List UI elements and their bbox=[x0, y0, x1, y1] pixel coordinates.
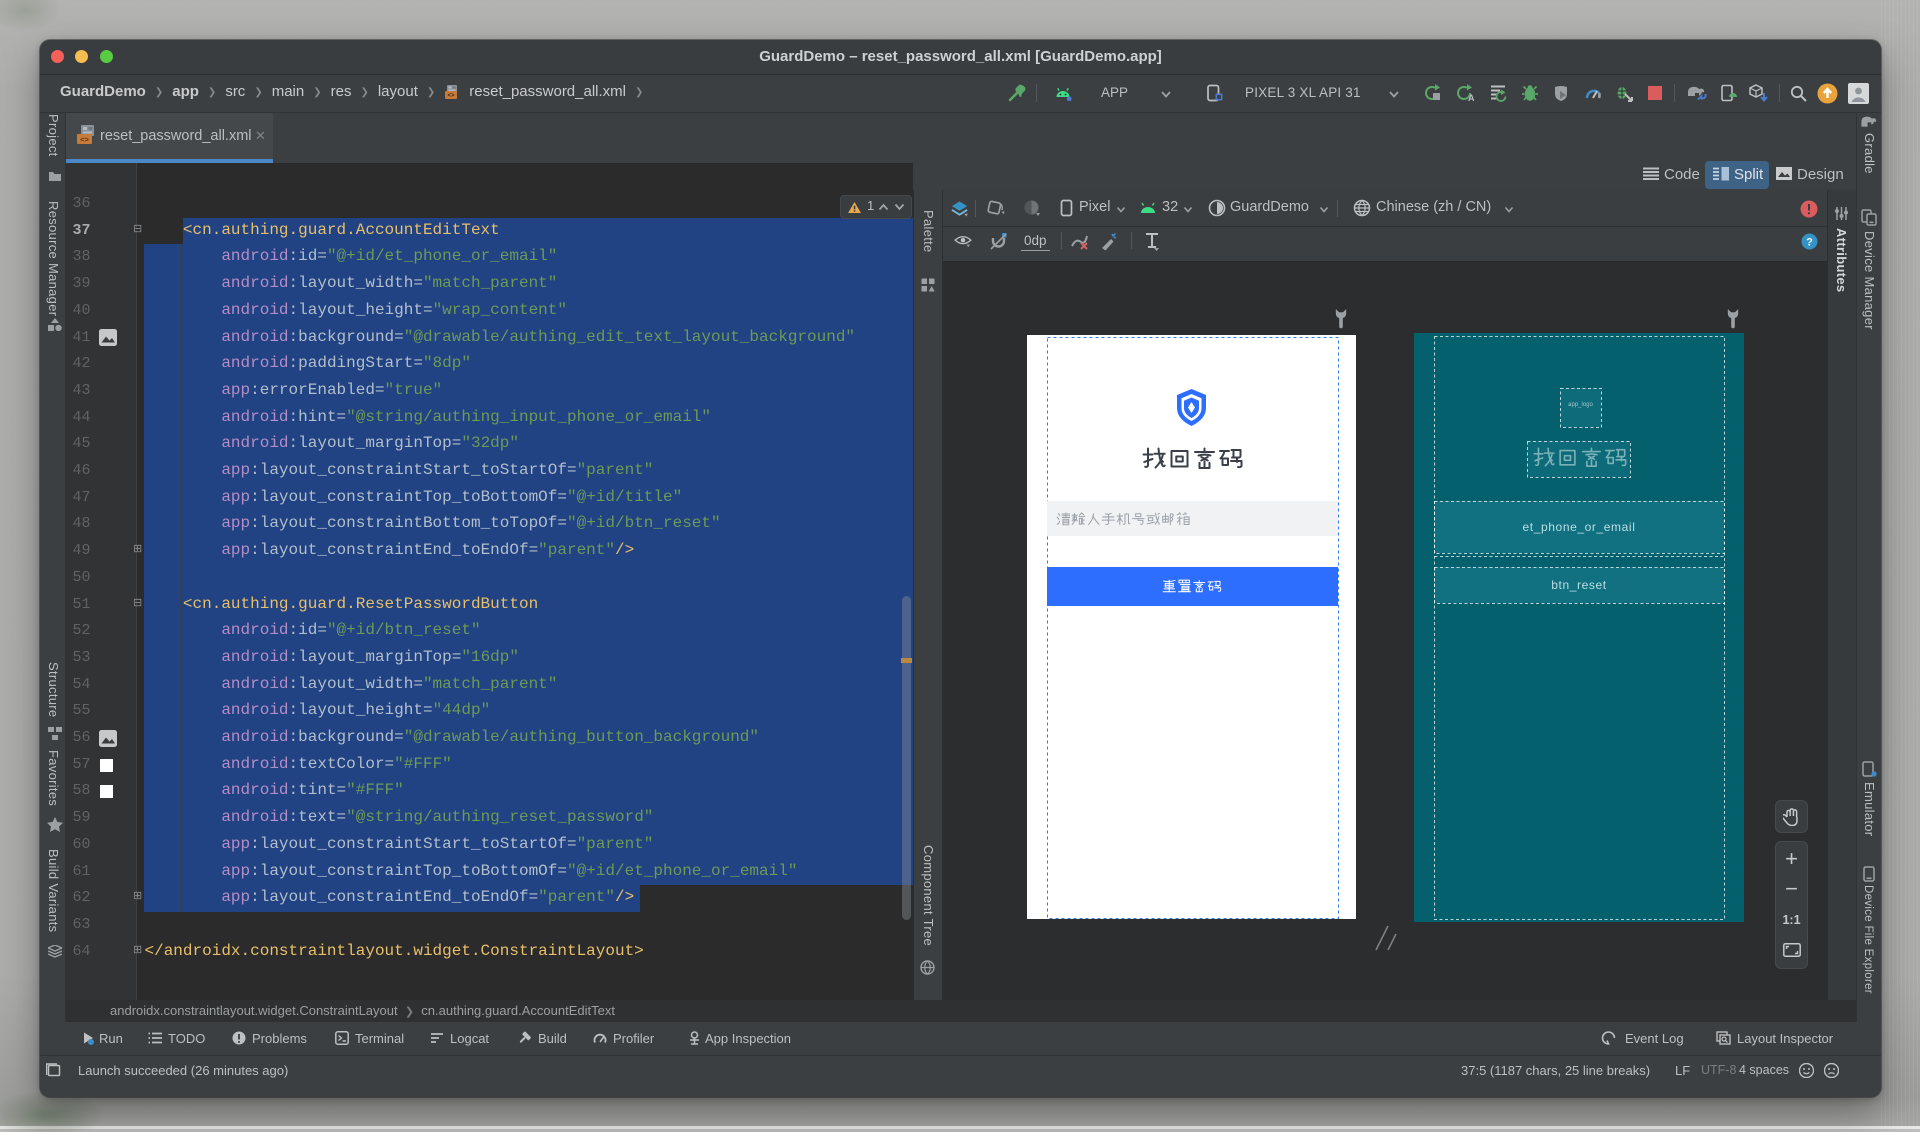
svg-text:?: ? bbox=[1806, 237, 1813, 249]
svg-text:<>: <> bbox=[448, 93, 456, 99]
svg-text:<>: <> bbox=[80, 135, 89, 144]
svg-text:A: A bbox=[1468, 93, 1474, 102]
